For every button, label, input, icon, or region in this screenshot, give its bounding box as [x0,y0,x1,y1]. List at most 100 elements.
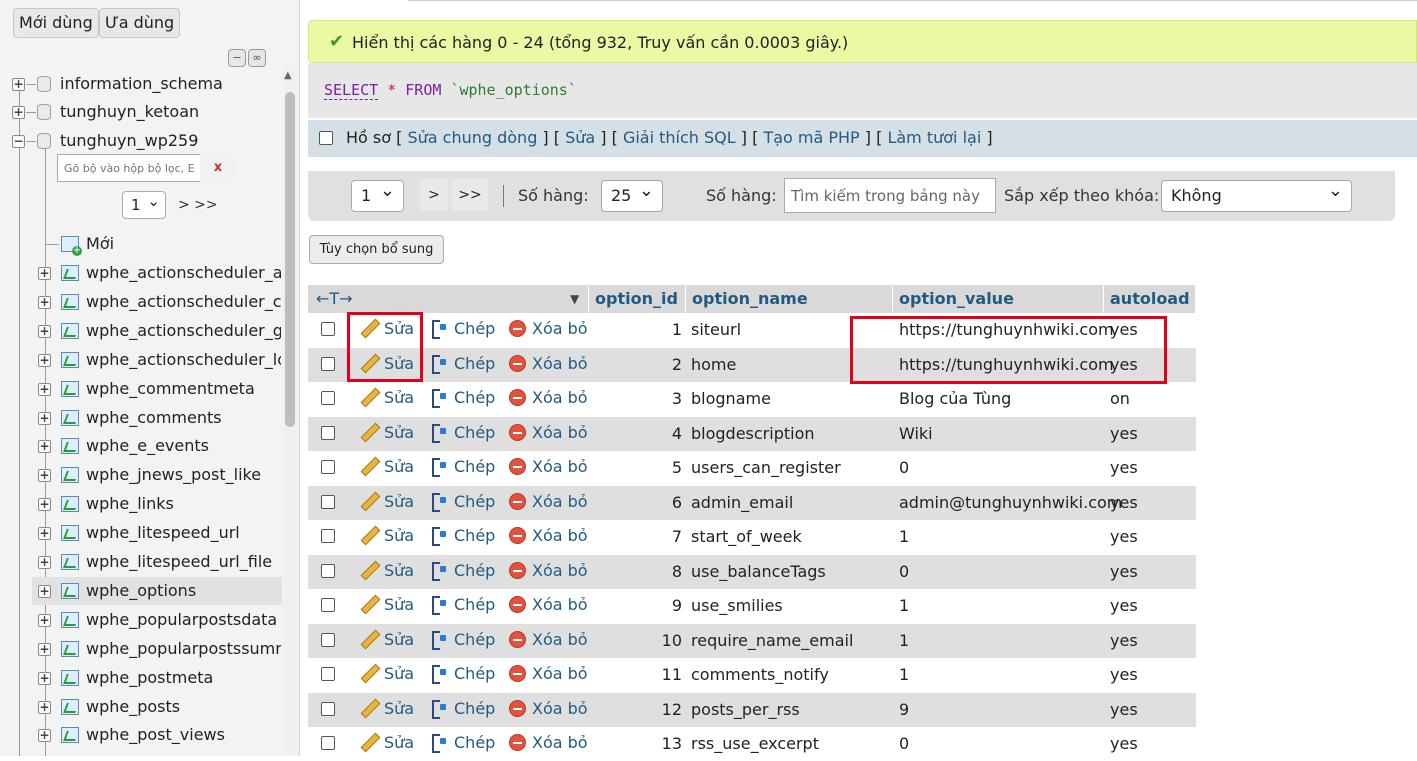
edit-row-button[interactable]: Sửa [360,733,414,752]
delete-row-button[interactable]: Xóa bỏ [509,319,588,338]
cell-option-value[interactable]: 1 [899,631,909,650]
table-item-wphe-litespeed-url[interactable]: wphe_litespeed_url [86,523,281,542]
collapse-all-icon[interactable]: − [228,49,246,67]
database-item[interactable]: tunghuyn_wp259 [60,131,198,150]
cell-autoload[interactable]: yes [1110,700,1138,719]
recent-tables-button[interactable]: Mới dùng [13,8,99,38]
cell-autoload[interactable]: on [1110,389,1130,408]
row-checkbox[interactable] [321,494,335,509]
edit-query-link[interactable]: Sửa [565,128,595,147]
sort-toggle-icon[interactable]: ▼ [570,285,579,313]
copy-row-button[interactable]: Chép [430,630,495,650]
cell-option-id[interactable]: 6 [622,493,682,512]
copy-row-button[interactable]: Chép [430,595,495,615]
expand-icon[interactable]: + [38,613,51,627]
col-header-option-id[interactable]: option_id [589,285,686,313]
delete-row-button[interactable]: Xóa bỏ [509,664,588,683]
table-item-wphe-actionscheduler-actions[interactable]: wphe_actionscheduler_actions [86,263,281,282]
delete-row-button[interactable]: Xóa bỏ [509,388,588,407]
expand-icon[interactable]: + [38,353,51,367]
cell-option-id[interactable]: 12 [622,700,682,719]
cell-option-value[interactable]: Wiki [899,424,933,443]
row-checkbox[interactable] [321,632,335,647]
delete-row-button[interactable]: Xóa bỏ [509,354,588,373]
cell-option-id[interactable]: 2 [622,355,682,374]
create-php-code-link[interactable]: Tạo mã PHP [763,128,859,147]
edit-inline-link[interactable]: Sửa chung dòng [407,128,537,147]
table-item-wphe-actionscheduler-claims[interactable]: wphe_actionscheduler_claims [86,292,281,311]
cell-option-name[interactable]: comments_notify [691,665,829,684]
cell-option-name[interactable]: blogdescription [691,424,815,443]
copy-row-button[interactable]: Chép [430,319,495,339]
expand-icon[interactable]: + [38,267,51,280]
edit-row-button[interactable]: Sửa [360,492,414,511]
cell-option-id[interactable]: 11 [622,665,682,684]
copy-row-button[interactable]: Chép [430,492,495,512]
edit-row-button[interactable]: Sửa [360,388,414,407]
col-header-option-value[interactable]: option_value [893,285,1104,313]
next-page-button[interactable]: > [420,179,448,211]
delete-row-button[interactable]: Xóa bỏ [509,595,588,614]
expand-icon[interactable]: + [38,324,51,338]
copy-row-button[interactable]: Chép [430,457,495,477]
delete-row-button[interactable]: Xóa bỏ [509,457,588,476]
sql-select-keyword[interactable]: SELECT [324,81,379,100]
cell-autoload[interactable]: yes [1110,458,1138,477]
edit-row-button[interactable]: Sửa [360,595,414,614]
delete-row-button[interactable]: Xóa bỏ [509,423,588,442]
delete-row-button[interactable]: Xóa bỏ [509,526,588,545]
database-item[interactable]: information_schema [60,74,223,93]
explain-sql-link[interactable]: Giải thích SQL [623,128,736,147]
expand-icon[interactable]: + [38,498,51,512]
cell-option-name[interactable]: home [691,355,736,374]
cell-option-value[interactable]: 1 [899,527,909,546]
col-header-option-name[interactable]: option_name [686,285,893,313]
cell-autoload[interactable]: yes [1110,631,1138,650]
copy-row-button[interactable]: Chép [430,423,495,443]
nav-next-page[interactable]: > >> [178,197,218,213]
table-item-wphe-commentmeta[interactable]: wphe_commentmeta [86,379,281,398]
edit-row-button[interactable]: Sửa [360,561,414,580]
copy-row-button[interactable]: Chép [430,388,495,408]
column-arrows-icon[interactable]: ←T→ [316,285,353,313]
expand-icon[interactable]: + [38,411,51,425]
cell-option-name[interactable]: users_can_register [691,458,841,477]
delete-row-button[interactable]: Xóa bỏ [509,561,588,580]
nav-page-select[interactable]: 1 [122,188,166,219]
cell-option-id[interactable]: 8 [622,562,682,581]
table-item-wphe-comments[interactable]: wphe_comments [86,408,281,427]
copy-row-button[interactable]: Chép [430,561,495,581]
table-item-wphe-e-events[interactable]: wphe_e_events [86,436,281,455]
row-checkbox[interactable] [321,736,335,750]
row-checkbox[interactable] [321,563,335,578]
cell-option-name[interactable]: blogname [691,389,771,408]
cell-option-name[interactable]: rss_use_excerpt [691,734,819,753]
expand-icon[interactable]: + [38,642,51,656]
edit-row-button[interactable]: Sửa [360,630,414,649]
copy-row-button[interactable]: Chép [430,354,495,374]
cell-option-name[interactable]: use_smilies [691,596,783,615]
edit-row-button[interactable]: Sửa [360,457,414,476]
cell-option-value[interactable]: 0 [899,458,909,477]
cell-option-id[interactable]: 7 [622,527,682,546]
page-select[interactable]: 1 [351,176,404,212]
copy-row-button[interactable]: Chép [430,526,495,546]
expand-icon[interactable]: + [12,78,25,91]
expand-icon[interactable]: + [38,584,51,598]
extra-options-button[interactable]: Tùy chọn bổ sung [309,235,444,264]
table-item-wphe-litespeed-url-file[interactable]: wphe_litespeed_url_file [86,552,281,571]
table-item-wphe-popularpostssummary[interactable]: wphe_popularpostssummary [86,639,281,658]
copy-row-button[interactable]: Chép [430,733,495,753]
clear-filter-button[interactable]: x [200,154,236,182]
cell-option-id[interactable]: 4 [622,424,682,443]
cell-option-value[interactable]: 1 [899,596,909,615]
edit-row-button[interactable]: Sửa [360,664,414,683]
edit-row-button[interactable]: Sửa [360,699,414,718]
cell-autoload[interactable]: yes [1110,493,1138,512]
row-checkbox[interactable] [321,391,335,405]
expand-icon[interactable]: + [38,729,51,743]
expand-icon[interactable]: + [38,556,51,569]
edit-row-button[interactable]: Sửa [360,423,414,442]
refresh-link[interactable]: Làm tươi lại [887,128,981,147]
sort-by-key-select[interactable]: Không [1161,176,1352,212]
